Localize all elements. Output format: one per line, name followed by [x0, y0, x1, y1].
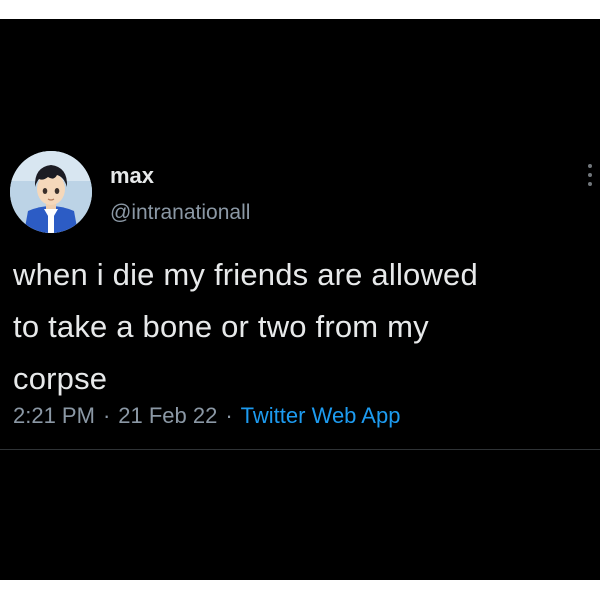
more-dot — [588, 164, 592, 168]
tweet-date[interactable]: 21 Feb 22 — [118, 403, 217, 428]
tweet-text-line: to take a bone or two from my — [13, 309, 429, 344]
tweet-text-line: when i die my friends are allowed — [13, 257, 478, 292]
more-dot — [588, 182, 592, 186]
tweet-meta: 2:21 PM · 21 Feb 22 · Twitter Web App — [13, 401, 400, 431]
tweet-source-link[interactable]: Twitter Web App — [241, 403, 401, 428]
tweet-time[interactable]: 2:21 PM — [13, 403, 95, 428]
more-options-icon[interactable] — [586, 164, 594, 198]
avatar[interactable] — [10, 151, 92, 233]
divider — [0, 449, 600, 450]
display-name[interactable]: max — [110, 163, 154, 189]
tweet-text: when i die my friends are allowed to tak… — [13, 249, 593, 405]
tweet-text-line: corpse — [13, 361, 108, 396]
meta-separator: · — [225, 403, 233, 428]
tweet-screenshot: max @intranationall when i die my friend… — [0, 19, 600, 580]
anime-character-avatar-icon — [10, 151, 92, 233]
user-handle[interactable]: @intranationall — [110, 200, 250, 226]
meta-separator: · — [102, 403, 111, 428]
more-dot — [588, 173, 592, 177]
